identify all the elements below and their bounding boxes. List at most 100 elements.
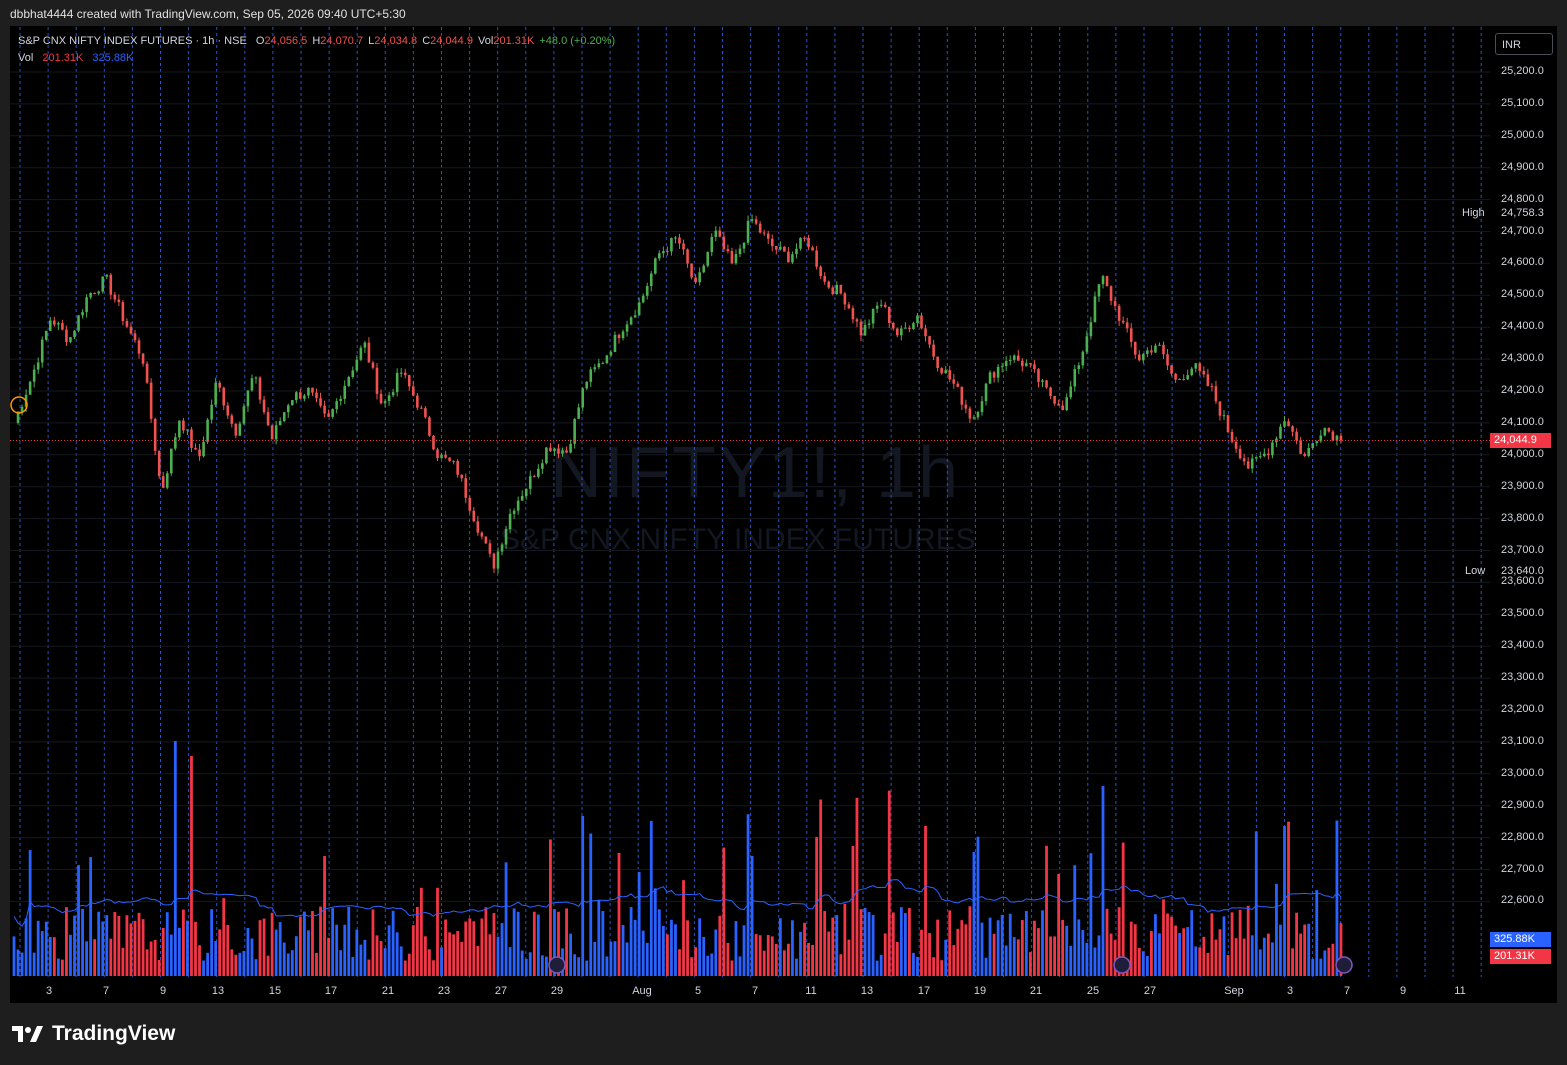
volume-bar — [601, 910, 605, 976]
candle-body — [323, 405, 326, 414]
volume-bar — [343, 924, 347, 976]
volume-bar — [1250, 935, 1254, 976]
candle-body — [637, 302, 641, 316]
volume-bar — [589, 833, 593, 976]
y-tick-label: 23,100.0 — [1501, 734, 1544, 747]
candle-body — [730, 251, 734, 264]
candle-body — [1287, 421, 1290, 427]
volume-bar — [734, 921, 738, 976]
candle-body — [1033, 364, 1036, 370]
candle-body — [1311, 443, 1315, 448]
volume-bar — [754, 934, 758, 976]
volume-bar — [666, 934, 669, 976]
volume-bar — [714, 929, 718, 976]
candle-body — [61, 323, 64, 330]
volume-bar — [157, 960, 161, 976]
volume-bar — [847, 939, 851, 976]
y-tick-label: 24,400.0 — [1501, 320, 1544, 333]
candle-body — [992, 372, 996, 378]
candle-body — [702, 265, 705, 273]
volume-bar — [787, 943, 790, 976]
candle-body — [456, 460, 459, 475]
candle-body — [1339, 435, 1343, 441]
x-tick-label: 5 — [694, 985, 702, 997]
candle-body — [1178, 378, 1181, 380]
x-tick-label: 27 — [1143, 985, 1157, 997]
symbol-title: S&P CNX NIFTY INDEX FUTURES · 1h · NSE — [18, 35, 247, 47]
volume-bar — [432, 960, 435, 976]
volume-bar — [315, 952, 318, 976]
volume-bar — [1008, 913, 1012, 976]
volume-bar — [1041, 910, 1044, 976]
symbol-legend[interactable]: S&P CNX NIFTY INDEX FUTURES · 1h · NSE O… — [18, 35, 617, 47]
volume-bar — [456, 930, 460, 976]
candle-body — [186, 429, 189, 431]
volume-bar — [799, 931, 802, 976]
volume-bar — [791, 920, 794, 976]
volume-bar — [988, 917, 992, 976]
volume-bar — [960, 920, 964, 976]
volume-bar — [218, 929, 222, 976]
candle-body — [783, 246, 786, 252]
candle-body — [49, 320, 52, 331]
volume-bar — [686, 920, 689, 976]
volume-bar — [214, 941, 218, 976]
candle-body — [444, 454, 447, 458]
candle-body — [53, 320, 56, 325]
volume-bar — [415, 906, 419, 976]
candle-body — [1029, 363, 1032, 365]
volume-bar — [516, 911, 520, 976]
volume-bar — [452, 934, 456, 976]
candle-body — [1323, 428, 1327, 436]
volume-bar — [976, 836, 980, 976]
volume-bar — [387, 925, 391, 976]
candle-body — [210, 404, 213, 420]
candle-body — [319, 398, 322, 406]
volume-bar — [855, 797, 859, 976]
candle-body — [996, 366, 1000, 378]
volume-bar — [177, 927, 181, 976]
volume-bar — [1279, 924, 1282, 976]
candle-body — [36, 362, 40, 370]
currency-button[interactable]: INR — [1495, 33, 1553, 55]
candle-body — [940, 368, 943, 374]
candle-body — [754, 219, 758, 224]
candle-body — [883, 304, 887, 307]
volume-bar — [726, 942, 730, 976]
candle-body — [1065, 397, 1068, 411]
volume-bar — [411, 925, 415, 976]
volume-bar — [1182, 928, 1186, 976]
volume-bar — [1178, 932, 1182, 976]
candle-body — [1125, 322, 1129, 329]
y-tick-label: 22,900.0 — [1501, 798, 1544, 811]
candle-body — [1121, 320, 1125, 323]
volume-bar — [625, 942, 629, 976]
volume-bar — [1210, 913, 1214, 976]
candle-body — [504, 529, 508, 545]
volume-bar — [593, 941, 597, 976]
candle-body — [1259, 456, 1262, 458]
last-price-tag: 24,044.9 — [1490, 433, 1551, 448]
candle-body — [1037, 369, 1040, 382]
volume-legend[interactable]: Vol 201.31K 325.88K — [18, 52, 133, 64]
volume-bar — [32, 952, 36, 976]
volume-bar — [512, 908, 516, 976]
volume-bar — [145, 949, 149, 976]
volume-bar — [629, 907, 633, 976]
candle-body — [1291, 426, 1294, 432]
volume-bar — [815, 837, 819, 976]
candle-body — [609, 352, 613, 356]
candle-body — [383, 401, 387, 404]
y-tick-label: 25,200.0 — [1501, 65, 1544, 77]
volume-bar — [819, 799, 823, 976]
volume-bar — [395, 932, 399, 976]
candle-body — [1004, 361, 1008, 367]
candle-body — [581, 388, 584, 408]
candle-body — [815, 250, 818, 267]
volume-bar — [879, 954, 883, 976]
volume-bar — [407, 953, 411, 976]
volume-bar — [883, 933, 887, 976]
candle-body — [109, 274, 113, 295]
volume-bar — [1016, 939, 1020, 976]
volume-bar — [202, 960, 205, 976]
